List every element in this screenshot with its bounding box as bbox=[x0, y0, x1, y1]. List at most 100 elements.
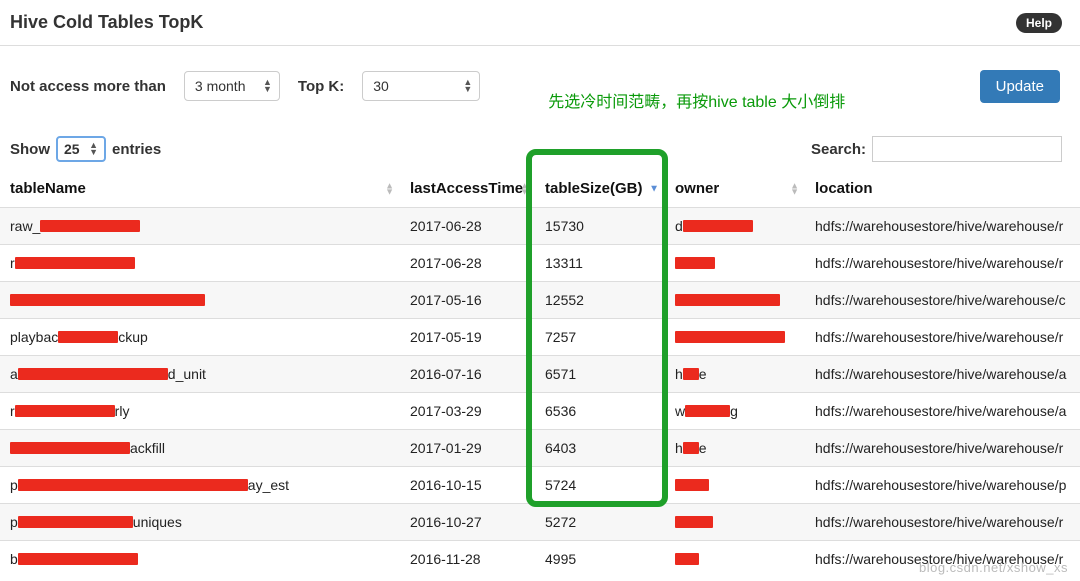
cell-tablename: raw_ bbox=[0, 208, 400, 245]
cell-lastaccess: 2017-05-19 bbox=[400, 319, 535, 356]
table-toolbar: Show 25 ▲▼ entries Search: bbox=[0, 126, 1080, 170]
redacted bbox=[675, 294, 780, 306]
cell-owner: he bbox=[665, 356, 805, 393]
show-entries-select[interactable]: 25 bbox=[56, 136, 106, 162]
cell-location: hdfs://warehousestore/hive/warehouse/c bbox=[805, 282, 1080, 319]
cell-size: 6536 bbox=[535, 393, 665, 430]
cell-tablename: ad_unit bbox=[0, 356, 400, 393]
col-tablename[interactable]: tableName▲▼ bbox=[0, 170, 400, 208]
cell-owner bbox=[665, 504, 805, 541]
redacted bbox=[10, 294, 205, 306]
table-row: puniques2016-10-275272hdfs://warehousest… bbox=[0, 504, 1080, 541]
page-title: Hive Cold Tables TopK bbox=[10, 12, 203, 33]
table-row: rrly2017-03-296536wghdfs://warehousestor… bbox=[0, 393, 1080, 430]
not-access-select[interactable]: 3 month bbox=[184, 71, 280, 101]
topk-select[interactable]: 30 bbox=[362, 71, 480, 101]
cell-lastaccess: 2017-06-28 bbox=[400, 245, 535, 282]
redacted bbox=[58, 331, 118, 343]
table-row: r2017-06-2813311hdfs://warehousestore/hi… bbox=[0, 245, 1080, 282]
cell-lastaccess: 2016-10-15 bbox=[400, 467, 535, 504]
cell-tablename: r bbox=[0, 245, 400, 282]
cell-location: hdfs://warehousestore/hive/warehouse/r bbox=[805, 208, 1080, 245]
redacted bbox=[40, 220, 140, 232]
topk-label: Top K: bbox=[298, 78, 344, 95]
sort-icon: ▲▼ bbox=[385, 183, 394, 194]
cell-size: 4995 bbox=[535, 541, 665, 578]
cell-lastaccess: 2017-01-29 bbox=[400, 430, 535, 467]
table-row: 2017-05-1612552 hdfs://warehousestore/hiv… bbox=[0, 282, 1080, 319]
redacted bbox=[675, 257, 715, 269]
redacted bbox=[675, 479, 709, 491]
cell-lastaccess: 2016-10-27 bbox=[400, 504, 535, 541]
cell-size: 12552 bbox=[535, 282, 665, 319]
cell-location: hdfs://warehousestore/hive/warehouse/r bbox=[805, 504, 1080, 541]
cell-lastaccess: 2017-05-16 bbox=[400, 282, 535, 319]
cell-lastaccess: 2016-07-16 bbox=[400, 356, 535, 393]
header-bar: Hive Cold Tables TopK Help bbox=[0, 0, 1080, 46]
redacted bbox=[683, 442, 699, 454]
cell-location: hdfs://warehousestore/hive/warehouse/r bbox=[805, 430, 1080, 467]
sort-icon: ▲▼ bbox=[520, 183, 529, 194]
redacted bbox=[675, 516, 713, 528]
col-location[interactable]: location bbox=[805, 170, 1080, 208]
cell-size: 5724 bbox=[535, 467, 665, 504]
cell-tablename: pay_est bbox=[0, 467, 400, 504]
col-tablesize[interactable]: tableSize(GB)▼ bbox=[535, 170, 665, 208]
sort-icon: ▲▼ bbox=[790, 183, 799, 194]
redacted bbox=[10, 442, 130, 454]
redacted bbox=[18, 553, 138, 565]
table-row: raw_2017-06-2815730dhdfs://warehousestor… bbox=[0, 208, 1080, 245]
cell-tablename: playbacckup bbox=[0, 319, 400, 356]
cell-size: 6403 bbox=[535, 430, 665, 467]
redacted bbox=[685, 405, 730, 417]
search-label: Search: bbox=[811, 141, 866, 158]
redacted bbox=[15, 257, 135, 269]
cell-size: 5272 bbox=[535, 504, 665, 541]
sort-icon: ▼ bbox=[649, 186, 659, 191]
cell-owner bbox=[665, 319, 805, 356]
cell-size: 15730 bbox=[535, 208, 665, 245]
redacted bbox=[18, 479, 248, 491]
table-row: ackfill2017-01-296403hehdfs://warehouses… bbox=[0, 430, 1080, 467]
help-button[interactable]: Help bbox=[1016, 13, 1062, 33]
filter-controls: Not access more than 3 month ▲▼ Top K: 3… bbox=[0, 46, 1080, 126]
cell-owner bbox=[665, 282, 805, 319]
cell-tablename: ackfill bbox=[0, 430, 400, 467]
redacted bbox=[15, 405, 115, 417]
cell-location: hdfs://warehousestore/hive/warehouse/a bbox=[805, 393, 1080, 430]
cell-tablename bbox=[0, 282, 400, 319]
results-table: tableName▲▼ lastAccessTime▲▼ tableSize(G… bbox=[0, 170, 1080, 577]
table-row: b2016-11-284995 hdfs://warehousestore/hiv… bbox=[0, 541, 1080, 578]
table-row: ad_unit2016-07-166571hehdfs://warehouses… bbox=[0, 356, 1080, 393]
cell-location: hdfs://warehousestore/hive/warehouse/r bbox=[805, 319, 1080, 356]
redacted bbox=[18, 516, 133, 528]
redacted bbox=[683, 368, 699, 380]
redacted bbox=[675, 553, 699, 565]
cell-owner: he bbox=[665, 430, 805, 467]
cell-owner bbox=[665, 541, 805, 578]
search-input[interactable] bbox=[872, 136, 1062, 162]
cell-location: hdfs://warehousestore/hive/warehouse/r bbox=[805, 245, 1080, 282]
show-prefix: Show bbox=[10, 141, 50, 158]
not-access-label: Not access more than bbox=[10, 78, 166, 95]
cell-size: 7257 bbox=[535, 319, 665, 356]
col-lastaccesstime[interactable]: lastAccessTime▲▼ bbox=[400, 170, 535, 208]
cell-tablename: rrly bbox=[0, 393, 400, 430]
show-suffix: entries bbox=[112, 141, 161, 158]
col-owner[interactable]: owner▲▼ bbox=[665, 170, 805, 208]
cell-tablename: b bbox=[0, 541, 400, 578]
table-row: playbacckup2017-05-197257 hdfs://warehous… bbox=[0, 319, 1080, 356]
redacted bbox=[675, 331, 785, 343]
redacted bbox=[18, 368, 168, 380]
update-button[interactable]: Update bbox=[980, 70, 1060, 103]
redacted bbox=[683, 220, 753, 232]
cell-location: hdfs://warehousestore/hive/warehouse/p bbox=[805, 467, 1080, 504]
cell-owner bbox=[665, 467, 805, 504]
cell-lastaccess: 2017-06-28 bbox=[400, 208, 535, 245]
cell-location: hdfs://warehousestore/hive/warehouse/r bbox=[805, 541, 1080, 578]
cell-owner bbox=[665, 245, 805, 282]
cell-location: hdfs://warehousestore/hive/warehouse/a bbox=[805, 356, 1080, 393]
cell-owner: d bbox=[665, 208, 805, 245]
cell-lastaccess: 2016-11-28 bbox=[400, 541, 535, 578]
cell-size: 6571 bbox=[535, 356, 665, 393]
